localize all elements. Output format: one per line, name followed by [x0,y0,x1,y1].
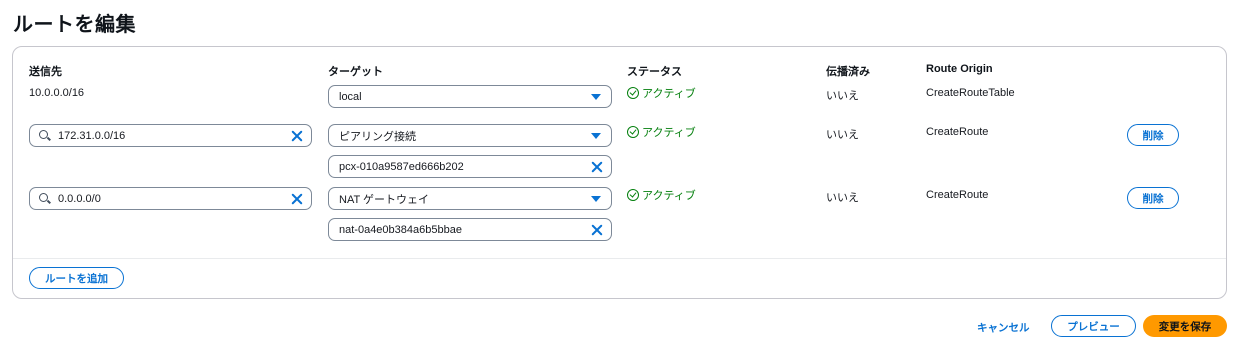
status-text: アクティブ [642,88,696,100]
add-route-button[interactable]: ルートを追加 [29,267,124,289]
remove-route-button[interactable]: 削除 [1127,187,1179,209]
target-type-select[interactable]: NAT ゲートウェイ [328,187,612,210]
column-header-propagated: 伝播済み [826,66,870,78]
status-indicator: アクティブ [627,85,696,101]
page-title: ルートを編集 [13,14,136,36]
caret-down-icon[interactable] [591,93,601,100]
save-changes-button[interactable]: 変更を保存 [1143,315,1227,337]
clear-icon[interactable] [591,161,603,173]
search-icon [38,129,52,143]
status-text: アクティブ [642,127,696,139]
caret-down-icon[interactable] [591,132,601,139]
propagated-value: いいえ [826,192,859,204]
status-indicator: アクティブ [627,124,696,140]
routes-panel: 送信先 ターゲット ステータス 伝播済み Route Origin 10.0.0… [12,46,1227,299]
remove-route-button[interactable]: 削除 [1127,124,1179,146]
clear-icon[interactable] [291,193,303,205]
check-circle-icon [627,87,639,99]
clear-icon[interactable] [291,130,303,142]
status-text: アクティブ [642,190,696,202]
route-origin-value: CreateRoute [926,126,989,138]
destination-value: 0.0.0.0/0 [58,192,101,205]
column-header-status: ステータス [627,66,682,78]
route-origin-value: CreateRouteTable [926,87,1015,99]
search-icon [38,192,52,206]
target-id-input[interactable]: nat-0a4e0b384a6b5bbae [328,218,612,241]
column-header-destination: 送信先 [29,66,62,78]
column-header-route-origin: Route Origin [926,63,993,75]
panel-footer-divider [13,258,1226,259]
destination-search-input[interactable]: 172.31.0.0/16 [29,124,312,147]
propagated-value: いいえ [826,90,859,102]
target-type-select[interactable]: ピアリング接続 [328,124,612,147]
target-type-value: local [339,90,362,103]
route-destination-text: 10.0.0.0/16 [29,87,85,99]
destination-value: 172.31.0.0/16 [58,129,126,142]
clear-icon[interactable] [591,224,603,236]
status-indicator: アクティブ [627,187,696,203]
check-circle-icon [627,189,639,201]
target-id-input[interactable]: pcx-010a9587ed666b202 [328,155,612,178]
target-type-select[interactable]: local [328,85,612,108]
propagated-value: いいえ [826,129,859,141]
column-header-target: ターゲット [328,66,383,78]
target-id-value: pcx-010a9587ed666b202 [339,160,464,173]
route-origin-value: CreateRoute [926,189,989,201]
check-circle-icon [627,126,639,138]
caret-down-icon[interactable] [591,195,601,202]
destination-search-input[interactable]: 0.0.0.0/0 [29,187,312,210]
target-type-value: ピアリング接続 [339,130,416,143]
cancel-button[interactable]: キャンセル [977,320,1030,335]
preview-button[interactable]: プレビュー [1051,315,1136,337]
target-type-value: NAT ゲートウェイ [339,193,430,206]
target-id-value: nat-0a4e0b384a6b5bbae [339,223,462,236]
